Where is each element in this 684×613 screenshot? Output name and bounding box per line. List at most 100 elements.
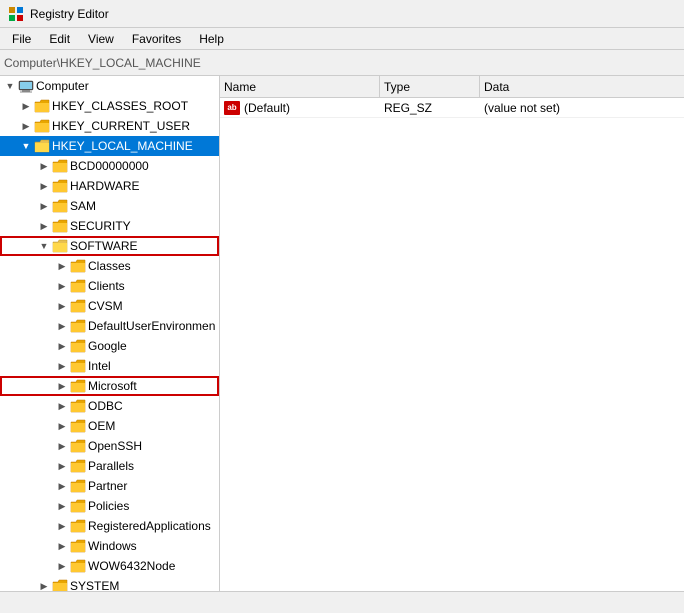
folder-icon	[52, 198, 68, 214]
expander-icon: ▶	[36, 578, 52, 591]
node-label: Google	[88, 339, 127, 353]
node-label: HKEY_CLASSES_ROOT	[52, 99, 188, 113]
folder-icon	[70, 398, 86, 414]
tree-node-hkey-classes-root[interactable]: ▶ HKEY_CLASSES_ROOT	[0, 96, 219, 116]
menu-edit[interactable]: Edit	[41, 30, 78, 48]
tree-node-openssh[interactable]: ▶ OpenSSH	[0, 436, 219, 456]
expander-icon: ▶	[54, 458, 70, 474]
folder-icon	[70, 258, 86, 274]
node-label: Microsoft	[88, 379, 137, 393]
folder-icon	[52, 578, 68, 591]
col-header-type[interactable]: Type	[380, 76, 480, 97]
node-label: DefaultUserEnvironmen	[88, 319, 215, 333]
expander-icon: ▶	[54, 358, 70, 374]
folder-icon	[70, 418, 86, 434]
menu-favorites[interactable]: Favorites	[124, 30, 189, 48]
node-label: ODBC	[88, 399, 123, 413]
tree-node-hkey-local-machine[interactable]: ▼ HKEY_LOCAL_MACHINE	[0, 136, 219, 156]
tree-node-windows[interactable]: ▶ Windows	[0, 536, 219, 556]
tree-pane[interactable]: ▼ Computer ▶ HKEY_CLASSES_ROOT ▶	[0, 76, 220, 591]
folder-icon	[52, 218, 68, 234]
node-label: HKEY_CURRENT_USER	[52, 119, 190, 133]
folder-icon	[34, 118, 50, 134]
tree-node-partner[interactable]: ▶ Partner	[0, 476, 219, 496]
tree-node-sam[interactable]: ▶ SAM	[0, 196, 219, 216]
folder-icon	[70, 498, 86, 514]
folder-icon	[70, 378, 86, 394]
expander-icon: ▼	[18, 138, 34, 154]
node-label: HARDWARE	[70, 179, 140, 193]
col-header-data[interactable]: Data	[480, 76, 684, 97]
tree-node-cvsm[interactable]: ▶ CVSM	[0, 296, 219, 316]
tree-node-policies[interactable]: ▶ Policies	[0, 496, 219, 516]
node-label: SOFTWARE	[70, 239, 138, 253]
expander-icon: ▶	[54, 258, 70, 274]
expander-icon: ▶	[54, 478, 70, 494]
expander-icon: ▶	[54, 338, 70, 354]
tree-node-parallels[interactable]: ▶ Parallels	[0, 456, 219, 476]
node-label: RegisteredApplications	[88, 519, 211, 533]
node-label: Classes	[88, 259, 131, 273]
menu-view[interactable]: View	[80, 30, 122, 48]
tree-node-default-user-env[interactable]: ▶ DefaultUserEnvironmen	[0, 316, 219, 336]
folder-icon	[52, 238, 68, 254]
tree-node-security[interactable]: ▶ SECURITY	[0, 216, 219, 236]
folder-icon	[52, 178, 68, 194]
address-label: Computer\HKEY_LOCAL_MACHINE	[4, 56, 201, 70]
menu-file[interactable]: File	[4, 30, 39, 48]
col-header-name[interactable]: Name	[220, 76, 380, 97]
node-label: OpenSSH	[88, 439, 142, 453]
menu-help[interactable]: Help	[191, 30, 232, 48]
tree-node-google[interactable]: ▶ Google	[0, 336, 219, 356]
tree-node-classes[interactable]: ▶ Classes	[0, 256, 219, 276]
node-label: WOW6432Node	[88, 559, 175, 573]
expander-icon: ▼	[2, 78, 18, 94]
node-label: SYSTEM	[70, 579, 119, 591]
expander-icon: ▶	[54, 278, 70, 294]
folder-icon	[34, 138, 50, 154]
app-title: Registry Editor	[30, 7, 109, 21]
tree-node-registered-apps[interactable]: ▶ RegisteredApplications	[0, 516, 219, 536]
node-label: HKEY_LOCAL_MACHINE	[52, 139, 193, 153]
expander-icon: ▶	[54, 498, 70, 514]
cell-data: (value not set)	[480, 101, 684, 115]
tree-node-system[interactable]: ▶ SYSTEM	[0, 576, 219, 591]
node-label: Clients	[88, 279, 125, 293]
table-row[interactable]: ab (Default) REG_SZ (value not set)	[220, 98, 684, 118]
folder-icon	[70, 438, 86, 454]
folder-icon	[70, 478, 86, 494]
title-bar: Registry Editor	[0, 0, 684, 28]
expander-icon: ▶	[54, 558, 70, 574]
folder-icon	[70, 338, 86, 354]
expander-icon: ▶	[54, 418, 70, 434]
node-label: Intel	[88, 359, 111, 373]
computer-icon	[18, 78, 34, 94]
expander-icon: ▶	[54, 518, 70, 534]
node-label: Computer	[36, 79, 89, 93]
node-label: Partner	[88, 479, 127, 493]
node-label: CVSM	[88, 299, 123, 313]
tree-node-oem[interactable]: ▶ OEM	[0, 416, 219, 436]
expander-icon: ▼	[36, 238, 52, 254]
status-bar	[0, 591, 684, 613]
folder-icon	[70, 358, 86, 374]
tree-node-microsoft[interactable]: ▶ Microsoft	[0, 376, 219, 396]
expander-icon: ▶	[36, 218, 52, 234]
folder-icon	[70, 558, 86, 574]
tree-node-hardware[interactable]: ▶ HARDWARE	[0, 176, 219, 196]
row-name-label: (Default)	[244, 101, 290, 115]
tree-node-odbc[interactable]: ▶ ODBC	[0, 396, 219, 416]
folder-icon	[70, 278, 86, 294]
cell-type: REG_SZ	[380, 101, 480, 115]
tree-node-intel[interactable]: ▶ Intel	[0, 356, 219, 376]
expander-icon: ▶	[54, 538, 70, 554]
tree-node-hkey-current-user[interactable]: ▶ HKEY_CURRENT_USER	[0, 116, 219, 136]
tree-node-clients[interactable]: ▶ Clients	[0, 276, 219, 296]
tree-node-computer[interactable]: ▼ Computer	[0, 76, 219, 96]
expander-icon: ▶	[18, 98, 34, 114]
tree-node-software[interactable]: ▼ SOFTWARE	[0, 236, 219, 256]
tree-node-bcd[interactable]: ▶ BCD00000000	[0, 156, 219, 176]
address-bar: Computer\HKEY_LOCAL_MACHINE	[0, 50, 684, 76]
node-label: BCD00000000	[70, 159, 149, 173]
tree-node-wow6432[interactable]: ▶ WOW6432Node	[0, 556, 219, 576]
